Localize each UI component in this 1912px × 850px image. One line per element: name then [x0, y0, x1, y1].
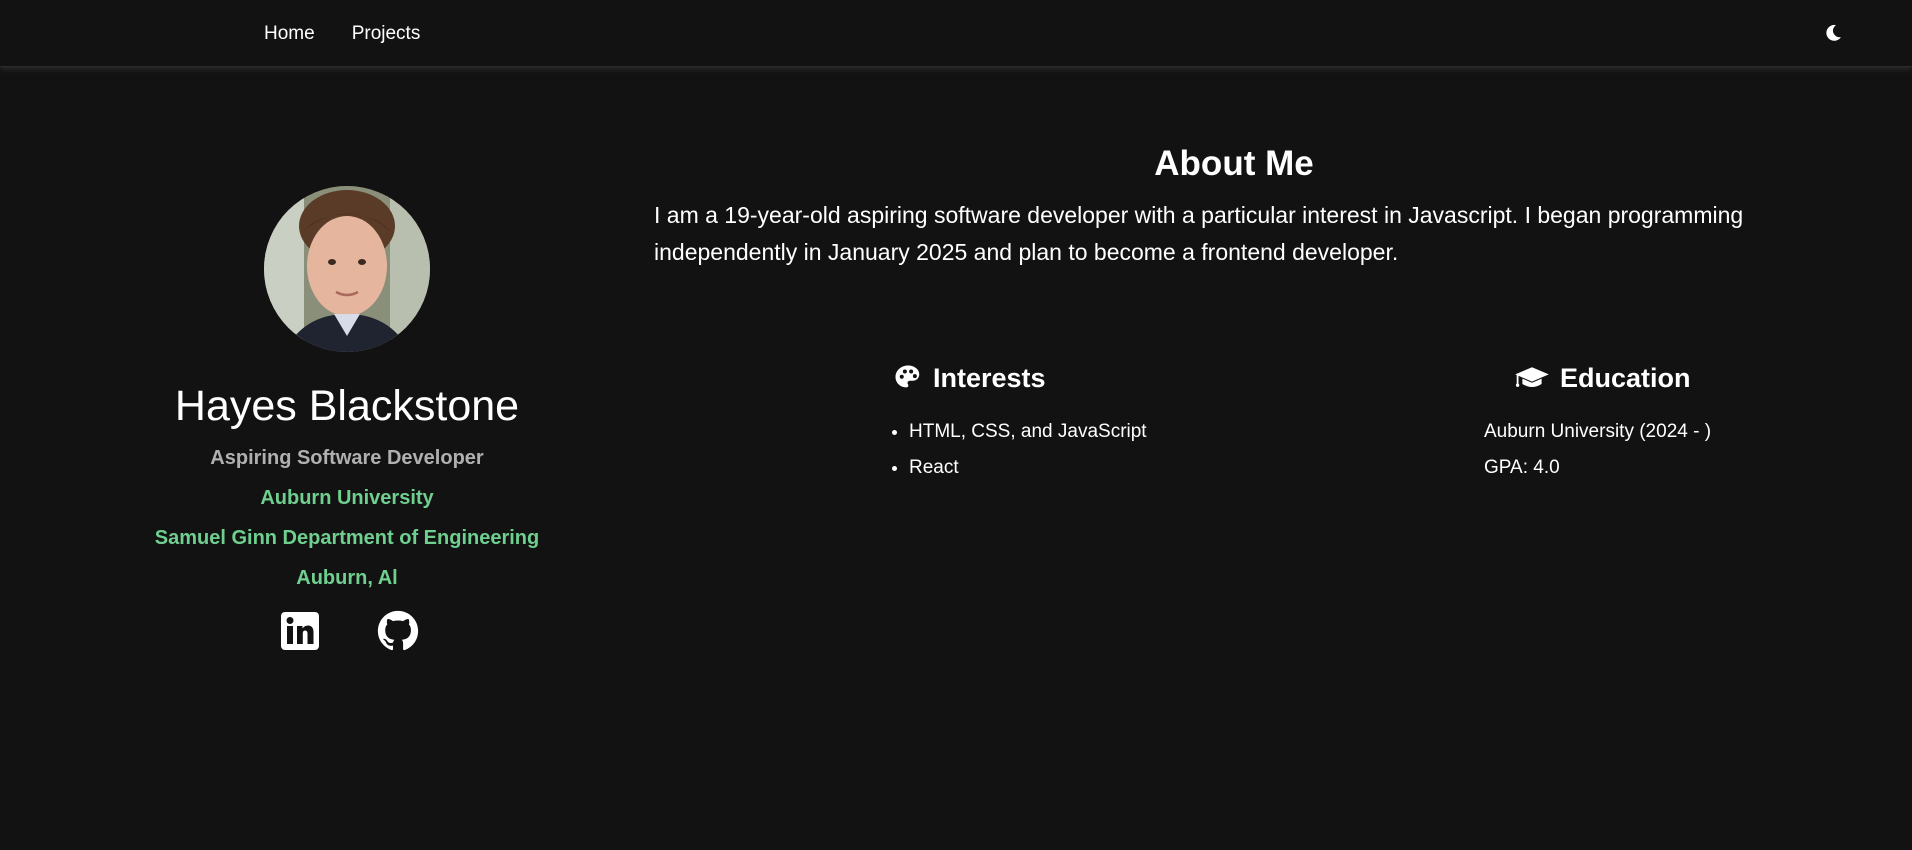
profile-university: Auburn University — [260, 487, 434, 509]
social-links — [130, 610, 564, 652]
education-heading-text: Education — [1560, 363, 1691, 393]
list-item: HTML, CSS, and JavaScript — [909, 414, 1147, 450]
graduation-cap-icon — [1515, 367, 1549, 387]
github-link[interactable] — [377, 610, 419, 652]
about-heading: About Me — [1154, 144, 1314, 183]
moon-icon — [1826, 24, 1841, 41]
education-heading: Education — [1514, 358, 1711, 398]
nav-links: Home Projects — [264, 0, 420, 67]
education-section: Education Auburn University (2024 - ) GP… — [1484, 358, 1711, 486]
github-icon — [377, 610, 419, 651]
list-item: React — [909, 450, 1147, 486]
interests-heading: Interests — [893, 358, 1147, 398]
profile-card: Hayes Blackstone Aspiring Software Devel… — [130, 186, 564, 652]
about-text: I am a 19-year-old aspiring software dev… — [654, 202, 1744, 265]
profile-name: Hayes Blackstone — [174, 382, 520, 430]
avatar — [264, 186, 430, 352]
education-item-gpa: GPA: 4.0 — [1484, 457, 1560, 478]
profile-department: Samuel Ginn Department of Engineering — [154, 527, 540, 549]
nav-link-projects[interactable]: Projects — [352, 23, 421, 45]
interests-section: Interests HTML, CSS, and JavaScript Reac… — [893, 358, 1147, 486]
nav-link-home[interactable]: Home — [264, 23, 315, 45]
linkedin-link[interactable] — [279, 610, 321, 652]
profile-location: Auburn, Al — [296, 567, 398, 589]
theme-toggle-button[interactable] — [1822, 22, 1844, 44]
interests-list: HTML, CSS, and JavaScript React — [885, 414, 1147, 486]
about-section: About Me I am a 19-year-old aspiring sof… — [654, 140, 1814, 271]
education-item-school: Auburn University (2024 - ) — [1484, 421, 1712, 442]
profile-title: Aspiring Software Developer — [210, 447, 484, 469]
palette-icon — [895, 365, 920, 388]
linkedin-icon — [281, 612, 319, 650]
education-list: Auburn University (2024 - ) GPA: 4.0 — [1484, 414, 1711, 486]
navbar: Home Projects — [0, 0, 1912, 67]
interests-heading-text: Interests — [933, 363, 1046, 393]
